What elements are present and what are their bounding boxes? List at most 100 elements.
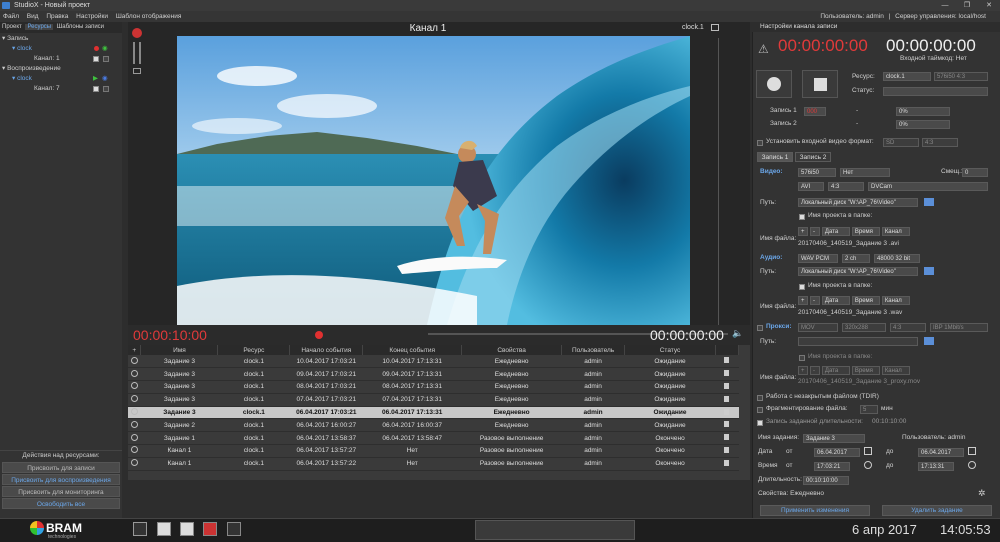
table-row[interactable]: Задание 3 clock.1 10.04.2017 17:03:21 10.04…: [128, 355, 739, 369]
proxy-path-select[interactable]: [798, 337, 918, 346]
folder-icon[interactable]: [924, 198, 934, 206]
table-row[interactable]: Задание 2 clock.1 06.04.2017 16:00:27 06.04…: [128, 418, 739, 433]
record-start-button[interactable]: [756, 70, 792, 98]
table-row[interactable]: Канал 1 clock.1 06.04.2017 13:57:27 Нет Разо…: [128, 444, 739, 458]
proxy-aspect-select[interactable]: 4:3: [890, 323, 926, 332]
set-format-std[interactable]: SD: [883, 138, 919, 147]
audio-proj-folder-checkbox[interactable]: [799, 284, 805, 290]
fullscreen-icon[interactable]: [711, 24, 719, 31]
col-resource[interactable]: Ресурс: [217, 345, 291, 355]
menu-layout[interactable]: Шаблон отображения: [116, 13, 182, 20]
eye-icon[interactable]: ◉: [102, 74, 108, 84]
tab-templates[interactable]: Шаблоны записи: [55, 24, 106, 30]
clock-icon[interactable]: [968, 461, 976, 469]
menu-view[interactable]: Вид: [27, 13, 39, 20]
col-user[interactable]: Пользователь: [561, 345, 626, 355]
col-end[interactable]: Конец события: [362, 345, 463, 355]
menu-settings[interactable]: Настройки: [76, 13, 108, 20]
time-from-field[interactable]: 17:03:21: [814, 462, 850, 471]
set-format-checkbox[interactable]: [757, 140, 763, 146]
record-checkbox[interactable]: [93, 56, 99, 62]
proxy-res-select[interactable]: 320x288: [842, 323, 886, 332]
resource-select[interactable]: clock.1: [883, 72, 931, 81]
record-stop-button[interactable]: [802, 70, 838, 98]
delete-task-button[interactable]: Удалить задание: [882, 505, 992, 516]
tree-record-clock[interactable]: ▾ clock ◉: [0, 44, 122, 54]
col-start[interactable]: Начало события: [289, 345, 364, 355]
container-select[interactable]: AVI: [798, 182, 824, 191]
trash-icon[interactable]: [724, 395, 730, 402]
assign-playback-button[interactable]: Присвоить для воспроизведения: [2, 474, 120, 485]
offset-field[interactable]: 0: [962, 168, 988, 177]
proxy-bitrate-select[interactable]: IBP 1Mbit/s: [930, 323, 988, 332]
folder-icon[interactable]: [924, 337, 934, 345]
assign-monitor-button[interactable]: Присвоить для мониторинга: [2, 486, 120, 497]
time-to-field[interactable]: 17:13:31: [918, 462, 954, 471]
trash-icon[interactable]: [724, 446, 730, 453]
table-row[interactable]: Задание 1 clock.1 06.04.2017 13:58:37 06.04…: [128, 431, 739, 446]
col-props[interactable]: Свойства: [461, 345, 563, 355]
fragment-checkbox[interactable]: [757, 407, 763, 413]
table-row[interactable]: Задание 3 clock.1 08.04.2017 17:03:21 08.04…: [128, 380, 739, 394]
display-tool-icon[interactable]: [133, 68, 141, 74]
tree-play-clock[interactable]: ▾ clock ▶ ◉: [0, 74, 122, 84]
trash-icon[interactable]: [724, 459, 730, 466]
eye-icon[interactable]: ◉: [102, 44, 108, 54]
multiview-icon[interactable]: [227, 522, 241, 536]
aspect-select[interactable]: 4:3: [828, 182, 864, 191]
add-task-header[interactable]: +: [128, 345, 142, 355]
assign-record-button[interactable]: Присвоить для записи: [2, 462, 120, 473]
audio-channels-select[interactable]: 2 ch: [842, 254, 870, 263]
folder-icon[interactable]: [924, 267, 934, 275]
trash-icon[interactable]: [724, 421, 730, 428]
calendar-icon[interactable]: [864, 447, 872, 455]
table-row[interactable]: Канал 1 clock.1 06.04.2017 13:57:22 Нет Разо…: [128, 457, 739, 471]
tree-play-channel[interactable]: Канал: 7: [0, 84, 122, 94]
table-row[interactable]: Задание 3 clock.1 07.04.2017 17:03:21 07.04…: [128, 393, 739, 407]
proxy-format-select[interactable]: MOV: [798, 323, 838, 332]
tree-record[interactable]: ▾ Запись: [0, 34, 122, 44]
clock-icon[interactable]: [864, 461, 872, 469]
menu-file[interactable]: Файл: [3, 13, 19, 20]
date-to-field[interactable]: 06.04.2017: [918, 448, 964, 457]
record-button[interactable]: [315, 331, 323, 339]
col-name[interactable]: Имя: [140, 345, 219, 355]
trash-icon[interactable]: [724, 408, 730, 415]
minimize-button[interactable]: —: [934, 0, 956, 11]
layout-grid-icon[interactable]: [133, 522, 147, 536]
video-format-select[interactable]: 576i50: [798, 168, 836, 177]
trash-icon[interactable]: [724, 434, 730, 441]
codec-select[interactable]: DVCam: [868, 182, 988, 191]
task-name-field[interactable]: Задание 3: [803, 434, 865, 443]
record-window-icon[interactable]: [157, 522, 171, 536]
duration-checkbox[interactable]: [757, 420, 763, 426]
gear-icon[interactable]: ✲: [978, 488, 986, 499]
trash-icon[interactable]: [724, 357, 730, 364]
fragment-field[interactable]: 5: [860, 405, 878, 414]
monitor-checkbox[interactable]: [103, 86, 109, 92]
col-status[interactable]: Статус: [624, 345, 716, 355]
audio-rate-select[interactable]: 48000 32 bit: [874, 254, 920, 263]
duration-field[interactable]: 00:10:10:00: [803, 476, 849, 485]
tab-resources[interactable]: Ресурсы: [25, 24, 54, 30]
release-all-button[interactable]: Освободить все: [2, 498, 120, 509]
set-format-aspect[interactable]: 4:3: [922, 138, 958, 147]
close-button[interactable]: ✕: [978, 0, 1000, 11]
proxy-checkbox[interactable]: [757, 325, 763, 331]
tab-record2[interactable]: Запись 2: [795, 152, 831, 162]
proxy-proj-folder-checkbox[interactable]: [799, 355, 805, 361]
speaker-icon[interactable]: 🔈: [732, 328, 743, 339]
date-from-field[interactable]: 06.04.2017: [814, 448, 860, 457]
tab-project[interactable]: Проект: [0, 24, 24, 30]
trash-icon[interactable]: [724, 370, 730, 377]
menu-edit[interactable]: Правка: [46, 13, 68, 20]
apply-button[interactable]: Применить изменения: [760, 505, 870, 516]
unclosed-checkbox[interactable]: [757, 395, 763, 401]
audio-format-select[interactable]: WAV PCM: [798, 254, 838, 263]
player-window-icon[interactable]: [180, 522, 194, 536]
calendar-icon[interactable]: [968, 447, 976, 455]
audio-path-select[interactable]: Локальный диск "W:\AP_76\Video": [798, 267, 918, 276]
maximize-button[interactable]: ❐: [956, 0, 978, 11]
trash-icon[interactable]: [724, 382, 730, 389]
recorder-window-icon[interactable]: [203, 522, 217, 536]
